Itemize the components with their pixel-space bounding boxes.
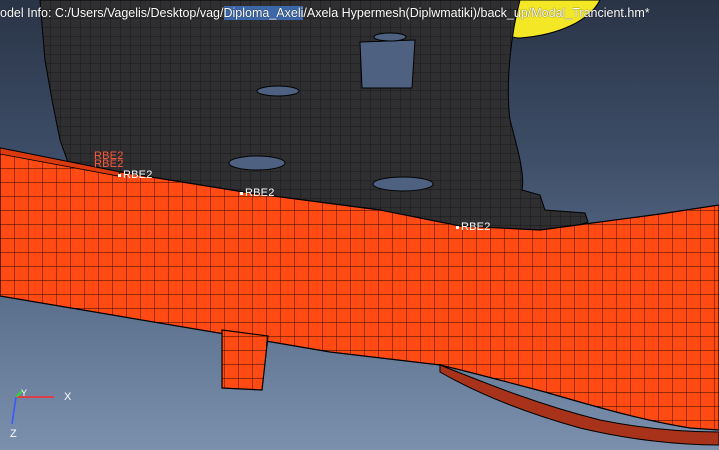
beam-tab	[221, 329, 269, 391]
model-info-text: odel Info: C:/Users/Vagelis/Desktop/vag/…	[0, 6, 650, 20]
bracket-cutout	[359, 39, 416, 89]
bracket-hole-3	[372, 176, 434, 192]
triad-z-label: Z	[10, 428, 17, 440]
coordinate-triad-icon	[11, 390, 54, 425]
rbe2-label[interactable]: RBE2	[118, 169, 153, 181]
graphics-viewport[interactable]: odel Info: C:/Users/Vagelis/Desktop/vag/…	[0, 0, 719, 450]
rbe2-node-icon	[456, 225, 459, 229]
rbe2-node-icon	[118, 173, 121, 177]
rbe2-label-text: RBE2	[461, 221, 491, 233]
rbe2-label-text: RBE2	[245, 187, 275, 199]
triad-y-label: Y	[21, 388, 28, 398]
path-highlight: Diploma_Axeli	[223, 6, 304, 20]
rbe2-label-text: RBE2	[123, 169, 153, 181]
bracket-hole-4	[373, 32, 407, 42]
bracket-hole-2	[228, 155, 286, 171]
bracket-hole-1	[256, 85, 300, 97]
triad-x-label: X	[64, 391, 72, 403]
rbe2-label[interactable]: RBE2	[456, 221, 491, 233]
fe-mesh-scene[interactable]	[0, 0, 719, 450]
rbe2-node-icon	[240, 191, 243, 195]
rbe2-label[interactable]: RBE2	[240, 187, 275, 199]
